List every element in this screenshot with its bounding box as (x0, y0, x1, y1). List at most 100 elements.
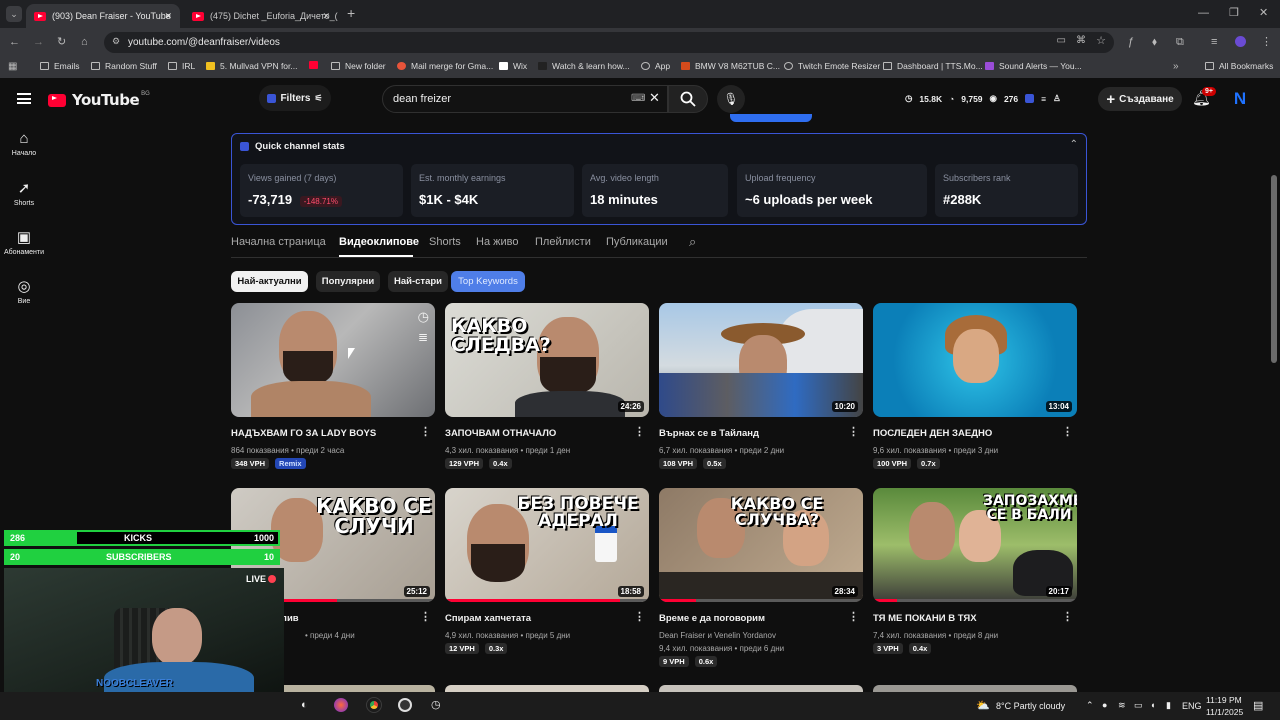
remix-badge[interactable]: Remix (275, 458, 306, 469)
taskbar-app-icon[interactable]: ◐ (301, 699, 308, 711)
search-box[interactable]: dean freizer ⌨ ✕ (382, 85, 668, 113)
extension-fx-icon[interactable]: ƒ (1128, 36, 1134, 48)
search-button[interactable] (668, 85, 708, 113)
more-actions-icon[interactable]: ⋮ (1062, 427, 1073, 438)
close-window-icon[interactable]: ✕ (1259, 7, 1268, 19)
bookmark-item[interactable]: 5. Mullvad VPN for... (206, 61, 297, 71)
site-info-icon[interactable]: ⚙ (112, 36, 120, 47)
bookmark-item[interactable]: Watch & learn how... (538, 61, 630, 71)
more-bookmarks-icon[interactable]: » (1173, 61, 1179, 73)
tray-chevron-icon[interactable]: ⌃ (1086, 700, 1094, 711)
bookmark-item[interactable]: Emails (40, 61, 80, 71)
taskbar-app-icon[interactable]: ◷ (431, 698, 441, 711)
voice-search-button[interactable]: 🎙 (717, 85, 745, 113)
more-actions-icon[interactable]: ⋮ (1062, 612, 1073, 623)
bookmark-folder[interactable]: IRL (168, 61, 195, 71)
clock-date[interactable]: 11/1/2025 (1206, 707, 1243, 717)
home-browser-icon[interactable]: ⌂ (81, 36, 88, 48)
translate-icon[interactable]: ⌘ (1076, 35, 1086, 46)
tab-search-icon[interactable]: ⌄ (6, 6, 22, 22)
video-title[interactable]: Спирам хапчетата (445, 613, 531, 624)
watch-later-icon[interactable]: ◷ (418, 309, 429, 325)
back-icon[interactable]: ← (9, 36, 20, 48)
video-title[interactable]: ЗАПОЧВАМ ОТНАЧАЛО (445, 428, 556, 439)
bookmark-item[interactable]: Mail merge for Gma... (397, 61, 493, 71)
tab-posts[interactable]: Публикации (606, 236, 668, 248)
sidebar-item-subscriptions[interactable]: ▣ Абонаменти (0, 228, 48, 256)
sidebar-item-shorts[interactable]: ➚ Shorts (0, 179, 48, 207)
video-title[interactable]: Време е да поговорим (659, 613, 765, 624)
display-icon[interactable]: ▭ (1134, 700, 1143, 711)
media-icon[interactable]: ≡ (1211, 36, 1217, 48)
more-actions-icon[interactable]: ⋮ (420, 427, 431, 438)
profile-avatar-icon[interactable] (1235, 36, 1246, 47)
new-tab-icon[interactable]: + (347, 6, 355, 20)
weather-text[interactable]: 8°C Partly cloudy (996, 701, 1065, 711)
keyboard-icon[interactable]: ⌨ (631, 93, 645, 104)
chrome-taskbar-icon[interactable] (366, 697, 382, 713)
volume-icon[interactable]: ◖ (1150, 700, 1155, 710)
obs-taskbar-icon[interactable] (398, 698, 412, 712)
tab-videos[interactable]: Видеоклипове (339, 236, 419, 248)
youtube-logo[interactable]: YouTube BG (48, 91, 150, 109)
extension-leaf-icon[interactable]: ⬧ (1152, 36, 1157, 48)
browser-tab-1[interactable]: (903) Dean Fraiser - YouTube ✕ (26, 4, 180, 28)
list-icon[interactable]: ≡ (1041, 94, 1046, 104)
video-channels[interactable]: Dean Fraiser и Venelin Yordanov (659, 631, 776, 640)
bookmark-item[interactable]: Sound Alerts — You... (985, 61, 1082, 71)
microphone-tray-icon[interactable]: ● (1102, 700, 1107, 710)
address-bar[interactable]: ⚙ youtube.com/@deanfraiser/videos ▭ ⌘ ☆ (104, 32, 1114, 53)
notifications-button[interactable]: 🔔︎ 9+ (1192, 87, 1216, 107)
video-title[interactable]: ПОСЛЕДЕН ДЕН ЗАЕДНО (873, 428, 992, 439)
page-scrollbar[interactable] (1271, 175, 1277, 363)
chip-popular[interactable]: Популярни (316, 271, 380, 292)
tab-live[interactable]: На живо (476, 236, 518, 248)
apps-grid-icon[interactable]: ▦ (8, 61, 17, 73)
sidebar-item-you[interactable]: ◎ Вие (0, 277, 48, 305)
video-title[interactable]: ТЯ МЕ ПОКАНИ В ТЯХ (873, 613, 977, 624)
all-bookmarks[interactable]: All Bookmarks (1205, 61, 1273, 71)
video-thumbnail[interactable]: КАКВО СЛЕДВА? 24:26 (445, 303, 649, 417)
stats-header[interactable]: Quick channel stats (240, 141, 345, 152)
chip-top-keywords[interactable]: Top Keywords (451, 271, 525, 292)
battery-icon[interactable]: ▮ (1166, 700, 1171, 711)
bookmark-star-icon[interactable]: ☆ (1096, 34, 1106, 47)
more-actions-icon[interactable]: ⋮ (634, 427, 645, 438)
bookmark-folder[interactable]: Random Stuff (91, 61, 157, 71)
more-actions-icon[interactable]: ⋮ (634, 612, 645, 623)
bookmark-item[interactable] (309, 61, 323, 69)
bookmark-item[interactable]: Twitch Emote Resizer (784, 61, 880, 71)
close-tab-icon[interactable]: ✕ (322, 11, 330, 22)
install-icon[interactable]: ▭ (1057, 35, 1066, 46)
search-input[interactable]: dean freizer (393, 93, 451, 105)
chip-oldest[interactable]: Най-стари (388, 271, 448, 292)
create-button[interactable]: + Създаване (1098, 87, 1182, 111)
more-actions-icon[interactable]: ⋮ (848, 612, 859, 623)
tab-playlists[interactable]: Плейлисти (535, 236, 591, 248)
extensions-icon[interactable]: ⧉ (1176, 36, 1184, 48)
bookmark-item[interactable]: BMW V8 M62TUB C... (681, 61, 780, 71)
minimize-icon[interactable]: — (1198, 7, 1209, 19)
account-avatar[interactable]: N (1230, 89, 1250, 109)
bookmark-item[interactable]: Wix (499, 61, 527, 71)
reload-icon[interactable]: ↻ (57, 36, 66, 48)
clear-search-icon[interactable]: ✕ (649, 90, 660, 106)
extension-logo-icon[interactable] (1025, 94, 1035, 103)
notification-center-icon[interactable]: ▤ (1253, 699, 1263, 712)
hamburger-menu-icon[interactable] (17, 93, 31, 104)
video-title[interactable]: Върнах се в Тайланд (659, 428, 759, 439)
clock-time[interactable]: 11:19 PM (1206, 695, 1242, 705)
browser-menu-icon[interactable]: ⋮ (1261, 36, 1272, 48)
browser-tab-2[interactable]: (475) Dichet _Euforia_Дичето_(... ✕ (184, 4, 338, 28)
video-title[interactable]: НАДЪХВАМ ГО ЗА LADY BOYS (231, 428, 376, 439)
forward-icon[interactable]: → (33, 36, 44, 48)
filters-button[interactable]: Filters ⚟ (259, 85, 331, 111)
chip-latest[interactable]: Най-актуални (231, 271, 308, 292)
sidebar-item-home[interactable]: ⌂ Начало (0, 130, 48, 157)
taskbar-app-icon[interactable] (334, 698, 348, 712)
bookmark-item[interactable]: Dashboard | TTS.Mo... (883, 61, 983, 71)
video-thumbnail[interactable]: 10:20 (659, 303, 863, 417)
video-thumbnail[interactable]: КАКВО СЕ СЛУЧВА? 28:34 (659, 488, 863, 602)
restore-icon[interactable]: ❐ (1229, 7, 1239, 19)
tab-home[interactable]: Начална страница (231, 236, 326, 248)
